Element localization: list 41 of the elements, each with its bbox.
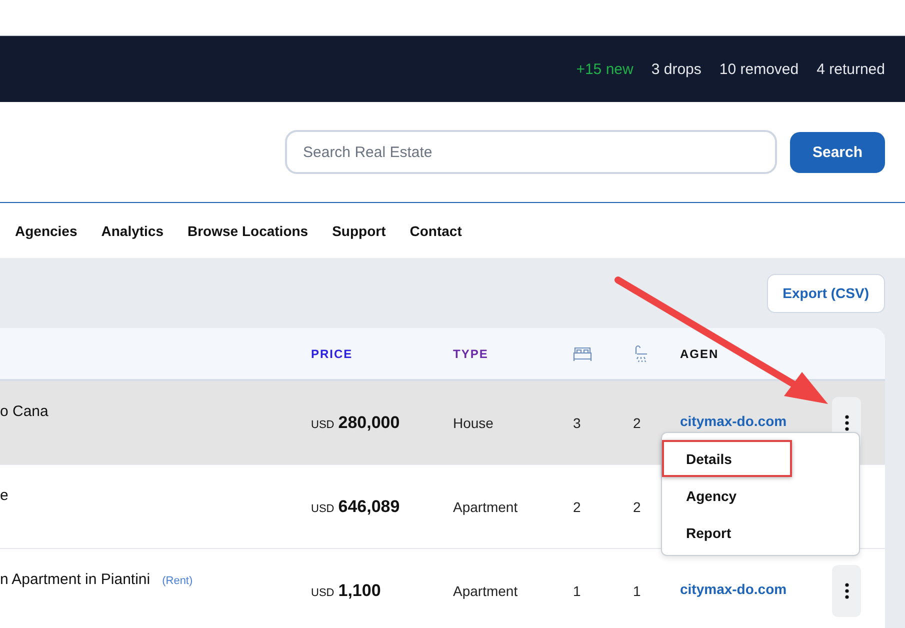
baths-count: 2 bbox=[632, 498, 641, 514]
beds-count: 2 bbox=[572, 498, 581, 514]
baths-count: 2 bbox=[632, 414, 641, 430]
menu-item[interactable]: Agency bbox=[662, 477, 792, 514]
beds-count: 1 bbox=[572, 582, 581, 598]
nav-link[interactable]: Browse Locations bbox=[188, 222, 308, 238]
column-header[interactable]: AGEN bbox=[680, 346, 719, 360]
stat-text: 4 returned bbox=[816, 60, 885, 78]
stat-text: 3 drops bbox=[651, 60, 702, 78]
type-text: Apartment bbox=[453, 498, 518, 514]
price-text: USD 280,000 bbox=[311, 412, 400, 432]
baths-count: 1 bbox=[632, 582, 641, 598]
listing-title[interactable]: e bbox=[0, 487, 8, 504]
type-text: Apartment bbox=[453, 582, 518, 598]
more-icon bbox=[844, 582, 848, 598]
beds-count: 3 bbox=[572, 414, 581, 430]
shower-icon bbox=[633, 344, 648, 362]
menu-item[interactable]: Report bbox=[662, 514, 792, 551]
export-button[interactable]: Export (CSV) bbox=[766, 274, 885, 312]
stat-text: +15 new bbox=[576, 60, 634, 78]
nav-link[interactable]: Analytics bbox=[101, 222, 164, 238]
nav-link[interactable]: Support bbox=[332, 222, 386, 238]
agency-link[interactable]: citymax-do.com bbox=[680, 412, 787, 428]
column-header[interactable]: PRICE bbox=[311, 346, 353, 360]
search-button[interactable]: Search bbox=[790, 132, 885, 172]
search-field[interactable]: Search Real Estate bbox=[285, 130, 777, 174]
stat-text: 10 removed bbox=[719, 60, 799, 78]
type-text: House bbox=[453, 414, 494, 430]
column-header[interactable]: TYPE bbox=[453, 346, 488, 360]
nav-link[interactable]: Contact bbox=[410, 222, 462, 238]
listing-title[interactable]: o Cana bbox=[0, 403, 48, 420]
more-icon bbox=[844, 414, 848, 430]
bed-icon bbox=[573, 346, 592, 360]
price-text: USD 646,089 bbox=[311, 496, 400, 516]
listing-tag: (Rent) bbox=[162, 575, 193, 587]
nav-link[interactable]: Agencies bbox=[15, 222, 78, 238]
listing-title[interactable]: n Apartment in Piantini bbox=[0, 571, 150, 588]
price-text: USD 1,100 bbox=[311, 580, 381, 600]
agency-link[interactable]: citymax-do.com bbox=[680, 580, 787, 596]
more-button[interactable] bbox=[832, 564, 861, 616]
menu-item[interactable]: Details bbox=[662, 440, 792, 477]
